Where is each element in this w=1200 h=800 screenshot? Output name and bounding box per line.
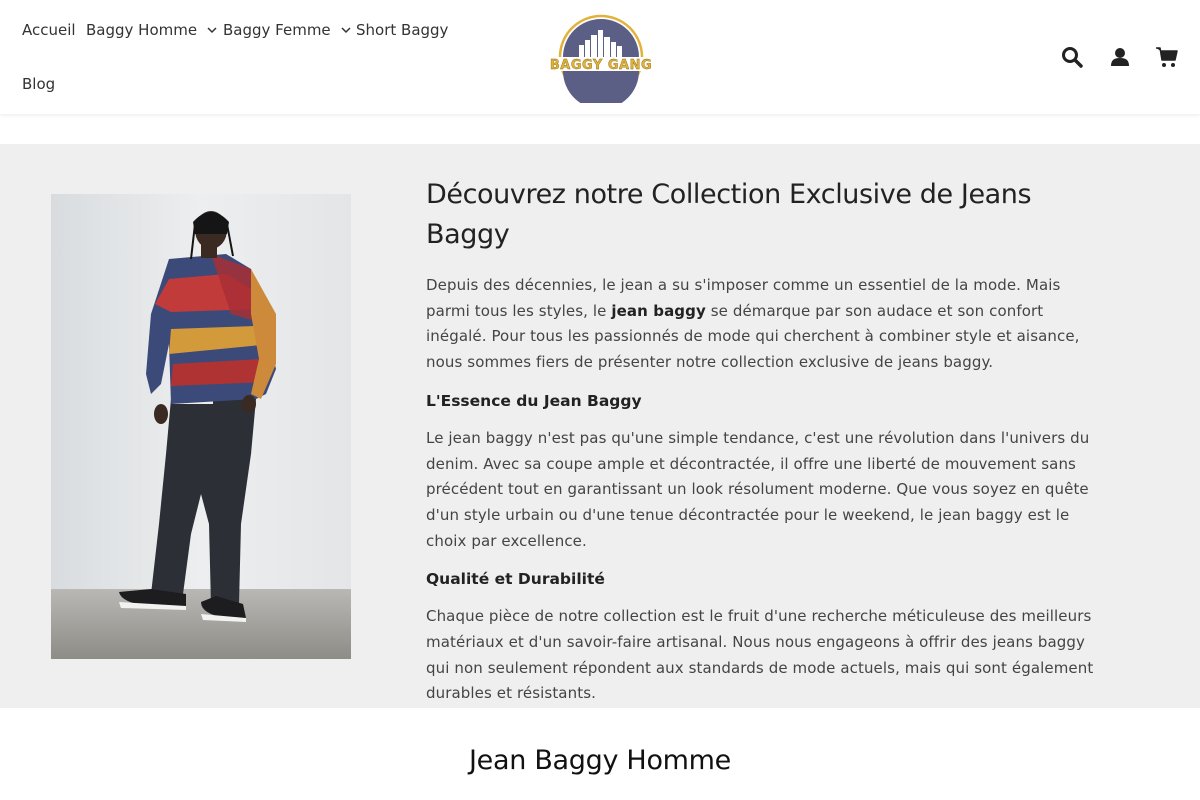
nav-label: Baggy Femme: [223, 21, 331, 39]
search-icon[interactable]: [1060, 45, 1084, 69]
intro-text: Découvrez notre Collection Exclusive de …: [426, 175, 1106, 719]
site-header: Accueil Baggy Homme Baggy Femme Short Ba…: [0, 0, 1200, 114]
nav-item-blog[interactable]: Blog: [22, 75, 55, 93]
collection-intro-section: Découvrez notre Collection Exclusive de …: [0, 144, 1200, 708]
nav-item-accueil[interactable]: Accueil: [22, 21, 76, 39]
nav-label: Baggy Homme: [86, 21, 198, 39]
intro-paragraph-3: Chaque pièce de notre collection est le …: [426, 607, 1094, 703]
chevron-down-icon: [341, 27, 351, 34]
nav-item-baggy-femme[interactable]: Baggy Femme: [223, 21, 353, 39]
nav-label: Accueil: [22, 21, 76, 39]
chevron-down-icon: [207, 27, 217, 34]
user-icon[interactable]: [1108, 45, 1132, 69]
nav-item-short-baggy[interactable]: Short Baggy: [356, 21, 448, 39]
intro-title: Découvrez notre Collection Exclusive de …: [426, 179, 1032, 250]
nav-label: Blog: [22, 75, 56, 93]
intro-subheading-qualite: Qualité et Durabilité: [426, 570, 605, 589]
intro-paragraph-1: Depuis des décennies, le jean a su s'imp…: [426, 273, 1106, 376]
intro-paragraph-2: Le jean baggy n'est pas qu'une simple te…: [426, 428, 1090, 550]
section-title-jean-baggy-homme: Jean Baggy Homme: [469, 745, 731, 776]
intro-subheading-essence: L'Essence du Jean Baggy: [426, 391, 642, 410]
logo-text: BAGGY GANG: [550, 58, 652, 73]
nav-item-baggy-homme[interactable]: Baggy Homme: [86, 21, 219, 39]
cart-icon[interactable]: [1155, 45, 1179, 69]
nav-label: Short Baggy: [356, 21, 449, 39]
brand-logo[interactable]: BAGGY GANG: [533, 13, 669, 103]
model-photo: [51, 194, 351, 659]
paragraph-bold-text: jean baggy: [611, 301, 706, 320]
